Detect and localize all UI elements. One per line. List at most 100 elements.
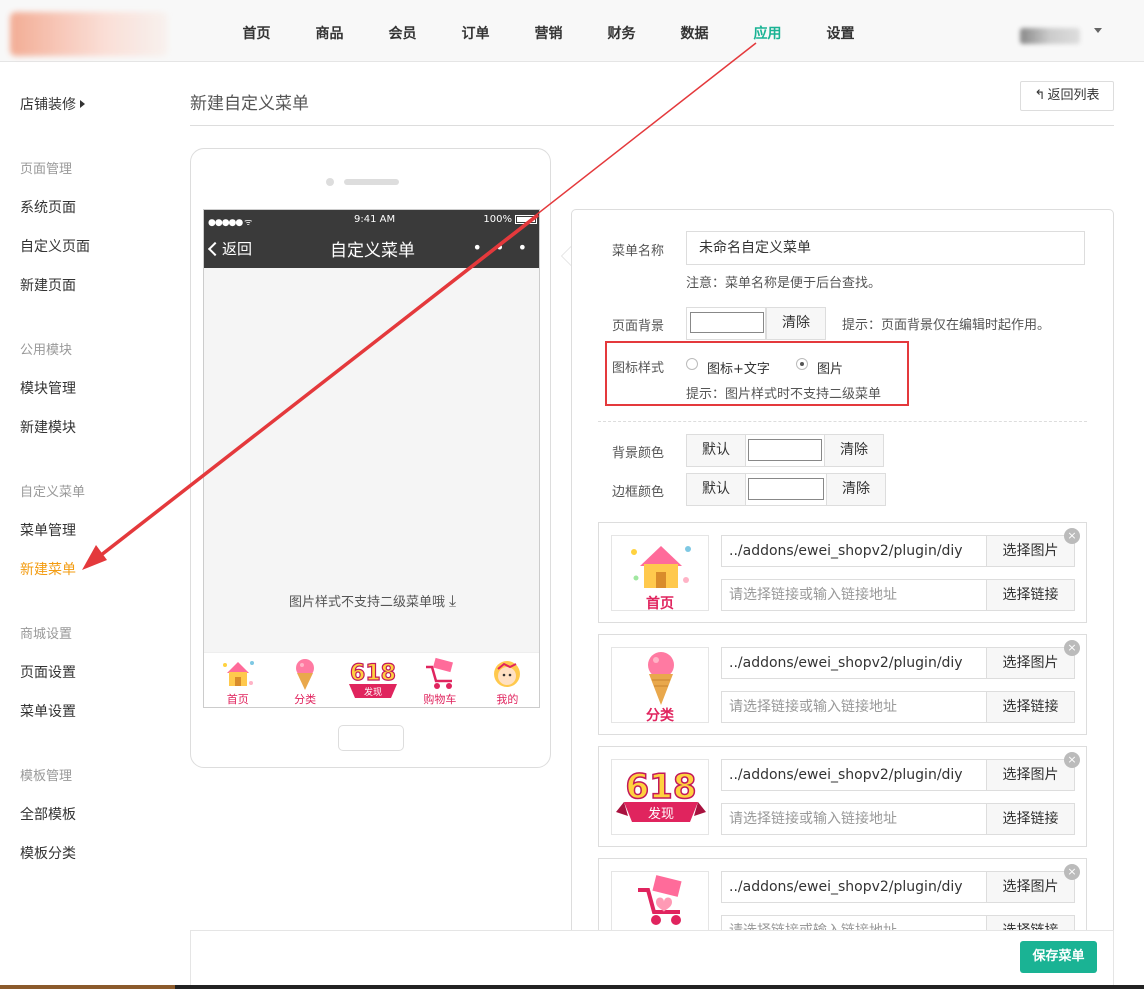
- ice-cream-icon: [648, 652, 674, 705]
- bg-color-picker[interactable]: [748, 439, 822, 461]
- badge-618-icon: 618 发现: [616, 766, 706, 822]
- sidebar-item-menu-settings[interactable]: 菜单设置: [20, 701, 76, 721]
- icon-style-icon-text-label: 图标+文字: [707, 362, 770, 377]
- phone-tab-label: 购物车: [423, 693, 457, 706]
- image-path-input[interactable]: ../addons/ewei_shopv2/plugin/diy: [721, 759, 987, 791]
- select-link-button[interactable]: 选择链接: [986, 803, 1075, 835]
- link-input[interactable]: 请选择链接或输入链接地址: [721, 803, 987, 835]
- phone-tab-cart: 购物车: [406, 653, 473, 707]
- bg-color-label: 背景颜色: [612, 446, 665, 461]
- icon-style-image-radio[interactable]: [796, 358, 808, 370]
- close-icon[interactable]: ×: [1064, 528, 1080, 544]
- sidebar-shop-decor[interactable]: 店铺装修: [20, 94, 85, 114]
- menu-name-note: 注意：菜单名称是便于后台查找。: [686, 276, 882, 291]
- menu-item-card: 618 发现 ../addons/ewei_shopv2/plugin/diy …: [598, 746, 1087, 847]
- border-color-default-button[interactable]: 默认: [686, 473, 746, 506]
- battery-percent: 100%: [483, 214, 512, 225]
- select-image-button[interactable]: 选择图片: [986, 535, 1075, 567]
- page-bg-hint: 提示：页面背景仅在编辑时起作用。: [842, 318, 1051, 333]
- sidebar-group-title: 模板管理: [20, 769, 73, 784]
- logo[interactable]: [10, 12, 168, 56]
- sidebar-item-new-page[interactable]: 新建页面: [20, 275, 76, 295]
- sidebar-item-custom-pages[interactable]: 自定义页面: [20, 236, 90, 256]
- page-bg-label: 页面背景: [612, 319, 665, 334]
- nav-item-data[interactable]: 数据: [658, 0, 731, 62]
- battery-icon: [515, 215, 537, 224]
- nav-item-home[interactable]: 首页: [220, 0, 293, 62]
- close-icon[interactable]: ×: [1064, 864, 1080, 880]
- main-nav: 首页 商品 会员 订单 营销 财务 数据 应用 设置: [220, 0, 877, 62]
- sidebar-item-new-menu[interactable]: 新建菜单: [20, 559, 76, 579]
- nav-item-marketing[interactable]: 营销: [512, 0, 585, 62]
- phone-tab-label: 首页: [226, 693, 249, 706]
- border-color-picker[interactable]: [748, 478, 824, 500]
- phone-tabbar: 首页 分类 618 发现 购物车 我的: [204, 652, 539, 707]
- phone-home-button: [338, 725, 404, 751]
- menu-item-thumbnail[interactable]: 首页: [611, 535, 709, 612]
- phone-tab-mine: 我的: [474, 653, 539, 707]
- status-time: 9:41 AM: [354, 214, 396, 225]
- nav-item-goods[interactable]: 商品: [293, 0, 366, 62]
- sidebar-item-new-module[interactable]: 新建模块: [20, 417, 76, 437]
- phone-tab-category: 分类: [271, 653, 338, 707]
- link-input[interactable]: 请选择链接或输入链接地址: [721, 691, 987, 723]
- divider: [190, 125, 1114, 126]
- house-icon: [222, 661, 254, 686]
- sidebar-item-all-templates[interactable]: 全部模板: [20, 804, 76, 824]
- bg-color-clear-button[interactable]: 清除: [824, 434, 884, 467]
- badge-618-number: 618: [626, 767, 697, 807]
- menu-item-card: 首页 ../addons/ewei_shopv2/plugin/diy 选择图片…: [598, 522, 1087, 623]
- save-menu-button[interactable]: 保存菜单: [1020, 941, 1097, 973]
- phone-screen: ●●●●● ᯤ 9:41 AM 100% 返回 自定义菜单 • • • 图片样式…: [203, 209, 540, 708]
- user-dropdown-caret-icon[interactable]: [1094, 28, 1102, 33]
- nav-item-orders[interactable]: 订单: [439, 0, 512, 62]
- phone-tip-text: 图片样式不支持二级菜单哦: [288, 595, 445, 610]
- close-icon[interactable]: ×: [1064, 640, 1080, 656]
- nav-item-members[interactable]: 会员: [366, 0, 439, 62]
- select-image-button[interactable]: 选择图片: [986, 871, 1075, 903]
- page-bg-clear-button[interactable]: 清除: [766, 307, 826, 340]
- select-image-button[interactable]: 选择图片: [986, 759, 1075, 791]
- nav-item-finance[interactable]: 财务: [585, 0, 658, 62]
- select-image-button[interactable]: 选择图片: [986, 647, 1075, 679]
- badge-618-number: 618: [350, 661, 396, 686]
- taskbar-strip: [0, 985, 1144, 989]
- icon-style-icon-text-radio[interactable]: [686, 358, 698, 370]
- back-to-list-button[interactable]: ↰ 返回列表: [1020, 81, 1114, 111]
- icon-style-image-label: 图片: [817, 362, 844, 377]
- sidebar-shop-decor-label: 店铺装修: [20, 97, 76, 113]
- image-path-input[interactable]: ../addons/ewei_shopv2/plugin/diy: [721, 535, 987, 567]
- sidebar-item-system-pages[interactable]: 系统页面: [20, 197, 76, 217]
- page-title: 新建自定义菜单: [190, 94, 309, 114]
- phone-tab-label: 分类: [294, 693, 317, 706]
- signal-wifi-icon: ●●●●● ᯤ: [208, 218, 252, 228]
- nav-item-apps[interactable]: 应用: [731, 0, 804, 62]
- image-path-input[interactable]: ../addons/ewei_shopv2/plugin/diy: [721, 871, 987, 903]
- sidebar-item-page-settings[interactable]: 页面设置: [20, 662, 76, 682]
- badge-618-sub: 发现: [364, 686, 382, 698]
- sidebar-item-menu-manage[interactable]: 菜单管理: [20, 520, 76, 540]
- select-link-button[interactable]: 选择链接: [986, 691, 1075, 723]
- cart-icon: [638, 875, 682, 925]
- border-color-clear-button[interactable]: 清除: [826, 473, 886, 506]
- close-icon[interactable]: ×: [1064, 752, 1080, 768]
- link-input[interactable]: 请选择链接或输入链接地址: [721, 579, 987, 611]
- cart-icon: [425, 657, 453, 689]
- phone-tab-label: 我的: [496, 693, 519, 706]
- nav-item-settings[interactable]: 设置: [804, 0, 877, 62]
- thumbnail-label: 分类: [646, 708, 674, 724]
- more-dots-icon: • • •: [472, 238, 531, 257]
- bg-color-default-button[interactable]: 默认: [686, 434, 746, 467]
- phone-speaker: [344, 179, 399, 185]
- menu-item-thumbnail[interactable]: 分类: [611, 647, 709, 724]
- menu-item-thumbnail[interactable]: 618 发现: [611, 759, 709, 835]
- sidebar-item-module-manage[interactable]: 模块管理: [20, 378, 76, 398]
- user-name[interactable]: [1020, 28, 1080, 44]
- icon-style-hint: 提示：图片样式时不支持二级菜单: [686, 387, 882, 402]
- menu-name-input[interactable]: 未命名自定义菜单: [686, 231, 1085, 265]
- image-path-input[interactable]: ../addons/ewei_shopv2/plugin/diy: [721, 647, 987, 679]
- select-link-button[interactable]: 选择链接: [986, 579, 1075, 611]
- menu-item-card: 分类 ../addons/ewei_shopv2/plugin/diy 选择图片…: [598, 634, 1087, 735]
- sidebar-item-template-categories[interactable]: 模板分类: [20, 843, 76, 863]
- page-bg-color-picker[interactable]: [690, 312, 764, 333]
